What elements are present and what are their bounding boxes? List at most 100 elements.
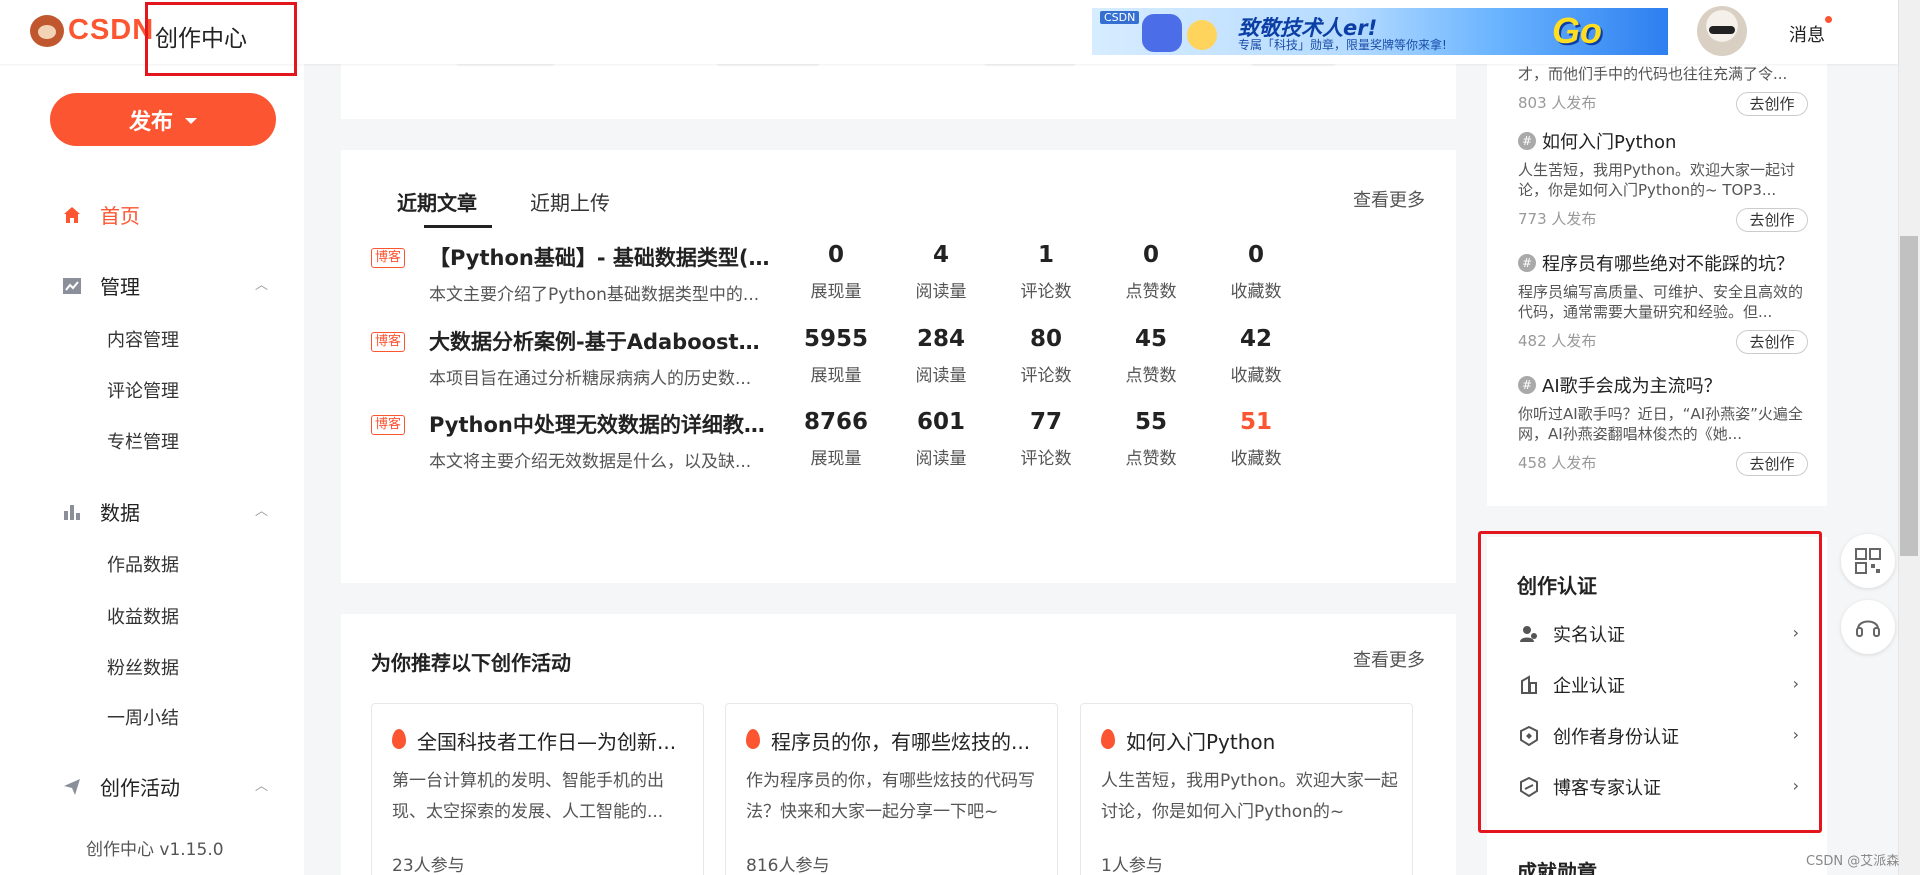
promo-banner[interactable]: CSDN 致敬技术人er! 专属「科技」勋章，限量奖牌等你来拿! Go — [1092, 8, 1668, 55]
stat-value: 601 — [916, 409, 965, 435]
article-row[interactable]: 博客 Python中处理无效数据的详细教程... 本文将主要介绍无效数据是什么，以及… — [371, 409, 1431, 489]
publish-button[interactable]: 发布 — [50, 93, 276, 146]
stat-label: 展现量 — [810, 366, 862, 386]
nav-manage-label: 管理 — [100, 275, 140, 299]
chevron-up-icon[interactable]: ︿ — [255, 274, 268, 293]
see-more-articles-link[interactable]: 查看更多 — [1353, 186, 1425, 212]
headset-icon — [1856, 620, 1880, 637]
see-more-activities-link[interactable]: 查看更多 — [1353, 646, 1425, 672]
article-row[interactable]: 博客 大数据分析案例-基于Adaboost算... 本项目旨在通过分析糖尿病病人的历… — [371, 326, 1431, 406]
banner-robot-icon — [1142, 14, 1182, 52]
nav-manage[interactable]: 管理 — [62, 271, 140, 300]
stat-value: 45 — [1134, 326, 1167, 352]
activity-participants: 816人参与 — [746, 856, 830, 875]
topic-count: 773 人发布 — [1518, 210, 1597, 228]
activity-card[interactable]: 程序员的你，有哪些炫技的... 作为程序员的你，有哪些炫技的代码写法？快来和大家… — [725, 703, 1058, 875]
topic-footer: 803 人发布 去创作 — [1518, 92, 1808, 116]
user-avatar[interactable] — [1697, 6, 1747, 56]
topic-item[interactable]: # 如何入门Python 人生苦短，我用Python。欢迎大家一起讨论，你是如何入门… — [1518, 128, 1808, 232]
article-title[interactable]: 大数据分析案例-基于Adaboost算... — [429, 326, 779, 356]
nav-weekly-summary[interactable]: 一周小结 — [107, 704, 179, 730]
stat-value: 42 — [1239, 326, 1272, 352]
tab-recent-uploads[interactable]: 近期上传 — [530, 187, 610, 216]
annotation-box-certification — [1478, 531, 1822, 833]
activities-card: 为你推荐以下创作活动 查看更多 全国科技者工作日—为创新... 第一台计算机的发… — [341, 614, 1456, 875]
nav-data[interactable]: 数据 — [62, 497, 140, 526]
activities-title: 为你推荐以下创作活动 — [371, 651, 571, 675]
topic-title[interactable]: # 如何入门Python — [1518, 128, 1808, 154]
qr-code-button[interactable] — [1841, 534, 1895, 588]
nav-column-manage[interactable]: 专栏管理 — [107, 428, 179, 454]
bar-chart-icon — [64, 504, 80, 520]
hashtag-icon: # — [1518, 132, 1536, 150]
left-sidebar: 发布 首页 管理 ︿ 内容管理 评论管理 专栏管理 数据 ︿ 作品数据 收益数据… — [0, 64, 304, 875]
stat-value: 0 — [1142, 242, 1159, 268]
topic-item[interactable]: # AI歌手会成为主流吗？ 你听过AI歌手吗？近日，“AI孙燕姿”火遍全网，AI孙燕… — [1518, 372, 1808, 476]
watermark: CSDN @艾派森 — [1806, 854, 1900, 869]
banner-tag: CSDN — [1100, 11, 1140, 24]
csdn-mascot-icon — [30, 14, 64, 47]
stat-label: 点赞数 — [1125, 366, 1177, 386]
nav-data-label: 数据 — [100, 501, 140, 525]
tab-recent-articles[interactable]: 近期文章 — [397, 187, 477, 216]
article-desc: 本项目旨在通过分析糖尿病病人的历史数... — [429, 369, 752, 389]
article-stat: 0 点赞数 — [1096, 242, 1206, 302]
topic-title[interactable]: # AI歌手会成为主流吗？ — [1518, 372, 1808, 398]
stat-value: 0 — [1247, 242, 1264, 268]
caret-down-icon — [185, 118, 197, 124]
topic-footer: 773 人发布 去创作 — [1518, 208, 1808, 232]
nav-content-manage[interactable]: 内容管理 — [107, 326, 179, 352]
article-stat: 0 展现量 — [781, 242, 891, 302]
scrollbar-thumb[interactable] — [1900, 236, 1918, 556]
chevron-up-icon[interactable]: ︿ — [255, 500, 268, 519]
go-create-button[interactable]: 去创作 — [1736, 208, 1808, 232]
topic-title[interactable]: # 程序员有哪些绝对不能踩的坑？ — [1518, 250, 1808, 276]
banner-planet-icon — [1187, 20, 1217, 50]
go-create-button[interactable]: 去创作 — [1736, 330, 1808, 354]
topic-footer: 458 人发布 去创作 — [1518, 452, 1808, 476]
topic-title-text: 程序员有哪些绝对不能踩的坑？ — [1542, 254, 1794, 275]
activity-card[interactable]: 全国科技者工作日—为创新... 第一台计算机的发明、智能手机的出现、太空探索的发… — [371, 703, 704, 875]
stat-label: 收藏数 — [1230, 449, 1282, 469]
article-title[interactable]: Python中处理无效数据的详细教程... — [429, 409, 779, 439]
publish-label: 发布 — [128, 108, 173, 134]
stat-label: 评论数 — [1020, 449, 1072, 469]
nav-home[interactable]: 首页 — [62, 200, 140, 229]
topic-item[interactable]: 才，而他们手中的代码也往往充满了令... 803 人发布 去创作 — [1518, 64, 1808, 116]
chevron-up-icon[interactable]: ︿ — [255, 775, 268, 794]
topic-title-text: AI歌手会成为主流吗？ — [1542, 376, 1722, 397]
active-tab-indicator — [424, 225, 492, 228]
article-stat: 55 点赞数 — [1096, 409, 1206, 469]
go-create-button[interactable]: 去创作 — [1736, 92, 1808, 116]
article-row[interactable]: 博客 【Python基础】- 基础数据类型(上) 本文主要介绍了Python基础数据… — [371, 242, 1431, 322]
article-stat: 51 收藏数 — [1201, 409, 1311, 469]
article-stat: 77 评论数 — [991, 409, 1101, 469]
article-stat: 284 阅读量 — [886, 326, 996, 386]
article-title[interactable]: 【Python基础】- 基础数据类型(上) — [429, 242, 779, 272]
nav-comment-manage[interactable]: 评论管理 — [107, 377, 179, 403]
stat-value: 51 — [1239, 409, 1272, 435]
nav-home-label: 首页 — [100, 204, 140, 228]
go-create-button[interactable]: 去创作 — [1736, 452, 1808, 476]
topic-desc: 你听过AI歌手吗？近日，“AI孙燕姿”火遍全网，AI孙燕姿翻唱林俊杰的《她... — [1518, 405, 1803, 443]
activity-desc: 作为程序员的你，有哪些炫技的代码写法？快来和大家一起分享一下吧~ — [746, 771, 1035, 822]
article-desc: 本文主要介绍了Python基础数据类型中的... — [429, 285, 760, 305]
stat-value: 0 — [827, 242, 844, 268]
nav-work-data[interactable]: 作品数据 — [107, 551, 179, 577]
topic-desc: 程序员编写高质量、可维护、安全且高效的代码，通常需要大量研究和经验。但... — [1518, 283, 1804, 321]
stat-value: 8766 — [803, 409, 868, 435]
nav-activities[interactable]: 创作活动 — [62, 772, 180, 801]
topic-title-text: 如何入门Python — [1542, 132, 1677, 153]
customer-service-button[interactable] — [1841, 600, 1895, 654]
topic-item[interactable]: # 程序员有哪些绝对不能踩的坑？ 程序员编写高质量、可维护、安全且高效的代码，通常需… — [1518, 250, 1808, 354]
article-stat: 8766 展现量 — [781, 409, 891, 469]
activity-card[interactable]: 如何入门Python 人生苦短，我用Python。欢迎大家一起讨论，你是如何入门… — [1080, 703, 1413, 875]
version-label: 创作中心 v1.15.0 — [86, 840, 224, 860]
csdn-logo[interactable]: CSDN — [30, 14, 154, 47]
nav-fans-data[interactable]: 粉丝数据 — [107, 654, 179, 680]
logo-text: CSDN — [68, 14, 155, 46]
nav-income-data[interactable]: 收益数据 — [107, 603, 179, 629]
stat-value: 5955 — [803, 326, 868, 352]
topic-count: 458 人发布 — [1518, 454, 1597, 472]
messages-link[interactable]: 消息 — [1789, 21, 1825, 47]
